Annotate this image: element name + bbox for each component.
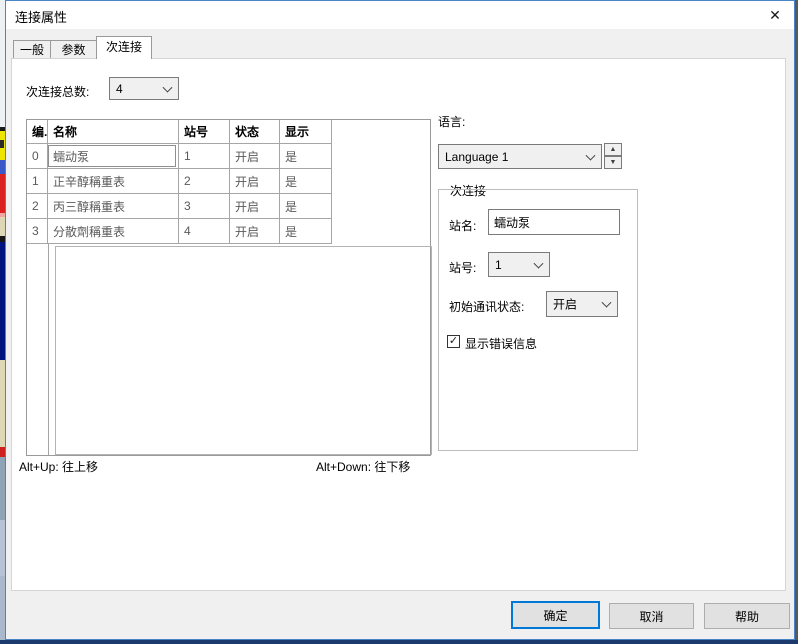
cell-display[interactable]: 是 [280, 169, 332, 194]
help-button[interactable]: 帮助 [704, 603, 790, 629]
language-label: 语言: [438, 113, 465, 130]
spin-down-icon: ▼ [610, 159, 617, 166]
cell-display[interactable]: 是 [280, 194, 332, 219]
col-header-station[interactable]: 站号 [179, 120, 230, 144]
cell-status[interactable]: 开启 [230, 169, 280, 194]
cell-station[interactable]: 3 [179, 194, 230, 219]
bg-strip-segment [0, 140, 4, 148]
station-no-value: 1 [495, 258, 502, 272]
cell-station[interactable]: 1 [179, 144, 230, 169]
cell-id[interactable]: 2 [27, 194, 48, 219]
station-no-select[interactable]: 1 [488, 252, 550, 277]
dialog-title: 连接属性 [15, 7, 67, 26]
show-errors-label: 显示错误信息 [465, 335, 537, 352]
cell-name[interactable]: 丙三醇稱重表 [48, 194, 179, 219]
total-subconnections-value: 4 [116, 82, 123, 96]
cell-status[interactable]: 开启 [230, 194, 280, 219]
table-row[interactable]: 0 蠕动泵 1 开启 是 [27, 144, 430, 169]
chevron-down-icon [586, 150, 596, 160]
background-window-sliver-bottom [0, 640, 798, 644]
cancel-button[interactable]: 取消 [609, 603, 694, 629]
language-value: Language 1 [445, 150, 508, 164]
total-subconnections-select[interactable]: 4 [109, 77, 179, 100]
table-row[interactable]: 3 分散劑稱重表 4 开启 是 [27, 219, 430, 244]
hint-move-down: Alt+Down: 往下移 [316, 458, 410, 475]
check-icon: ✓ [449, 335, 458, 347]
initial-status-value: 开启 [553, 296, 577, 313]
cell-display[interactable]: 是 [280, 144, 332, 169]
col-header-status[interactable]: 状态 [230, 120, 280, 144]
cell-name-text: 蠕动泵 [53, 148, 89, 165]
station-name-label: 站名: [449, 217, 476, 234]
title-bar[interactable]: 连接属性 ✕ [6, 1, 794, 29]
table-header-row: 编.. 名称 站号 状态 显示 [27, 120, 430, 144]
initial-status-label: 初始通讯状态: [449, 298, 524, 315]
total-subconnections-label: 次连接总数: [26, 83, 89, 100]
cell-filler [332, 219, 430, 244]
id-column-line [27, 244, 49, 455]
cell-id[interactable]: 3 [27, 219, 48, 244]
language-spin-up-button[interactable]: ▲ [604, 143, 622, 156]
table-row[interactable]: 2 丙三醇稱重表 3 开启 是 [27, 194, 430, 219]
language-select[interactable]: Language 1 [438, 144, 602, 169]
tab-label: 一般 [20, 43, 44, 57]
language-spin-down-button[interactable]: ▼ [604, 156, 622, 169]
station-name-input[interactable] [488, 209, 620, 235]
connection-properties-dialog: 连接属性 ✕ 一般 参数 次连接 次连接总数: 4 编.. 名称 站号 状态 [5, 0, 795, 640]
cell-name[interactable]: 分散劑稱重表 [48, 219, 179, 244]
cell-name-selected[interactable]: 蠕动泵 [48, 144, 179, 169]
chevron-down-icon [163, 82, 173, 92]
table-row[interactable]: 1 正辛醇稱重表 2 开启 是 [27, 169, 430, 194]
station-no-label: 站号: [449, 259, 476, 276]
col-header-id[interactable]: 编.. [27, 120, 48, 144]
cell-filler [332, 169, 430, 194]
hint-move-up: Alt+Up: 往上移 [19, 458, 98, 475]
cell-filler [332, 144, 430, 169]
cell-status[interactable]: 开启 [230, 219, 280, 244]
chevron-down-icon [602, 298, 612, 308]
spin-up-icon: ▲ [610, 146, 617, 153]
col-header-name[interactable]: 名称 [48, 120, 179, 144]
cell-station[interactable]: 4 [179, 219, 230, 244]
tab-general[interactable]: 一般 [13, 40, 51, 59]
cell-id[interactable]: 1 [27, 169, 48, 194]
close-icon[interactable]: ✕ [764, 4, 786, 26]
cell-id[interactable]: 0 [27, 144, 48, 169]
cell-status[interactable]: 开启 [230, 144, 280, 169]
cell-station[interactable]: 2 [179, 169, 230, 194]
cell-name[interactable]: 正辛醇稱重表 [48, 169, 179, 194]
cell-display[interactable]: 是 [280, 219, 332, 244]
ok-button[interactable]: 确定 [511, 601, 600, 629]
col-header-display[interactable]: 显示 [280, 120, 332, 144]
chevron-down-icon [534, 258, 544, 268]
table-empty-area-box [55, 246, 432, 455]
tab-label: 参数 [61, 43, 85, 57]
initial-status-select[interactable]: 开启 [546, 291, 618, 317]
tab-sub-connection[interactable]: 次连接 [96, 36, 152, 59]
show-errors-checkbox[interactable]: ✓ [447, 335, 460, 348]
tab-label: 次连接 [106, 40, 142, 54]
screen: 连接属性 ✕ 一般 参数 次连接 次连接总数: 4 编.. 名称 站号 状态 [0, 0, 798, 644]
tab-parameters[interactable]: 参数 [50, 40, 97, 59]
subconnection-table[interactable]: 编.. 名称 站号 状态 显示 0 蠕动泵 1 开启 是 1 正辛 [26, 119, 431, 456]
col-header-filler [332, 120, 430, 144]
cell-filler [332, 194, 430, 219]
